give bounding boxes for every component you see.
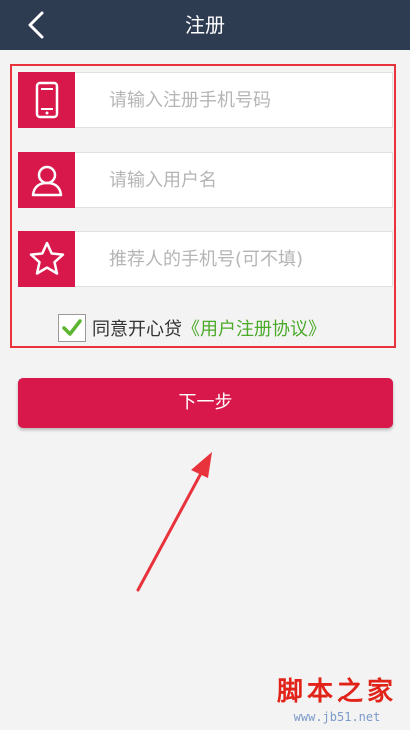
watermark-url: www.jb51.net — [293, 710, 381, 724]
annotation-arrow — [136, 452, 212, 592]
watermark-title: 脚本之家 — [276, 677, 397, 707]
watermark: 脚本之家 www.jb51.net — [272, 671, 402, 724]
